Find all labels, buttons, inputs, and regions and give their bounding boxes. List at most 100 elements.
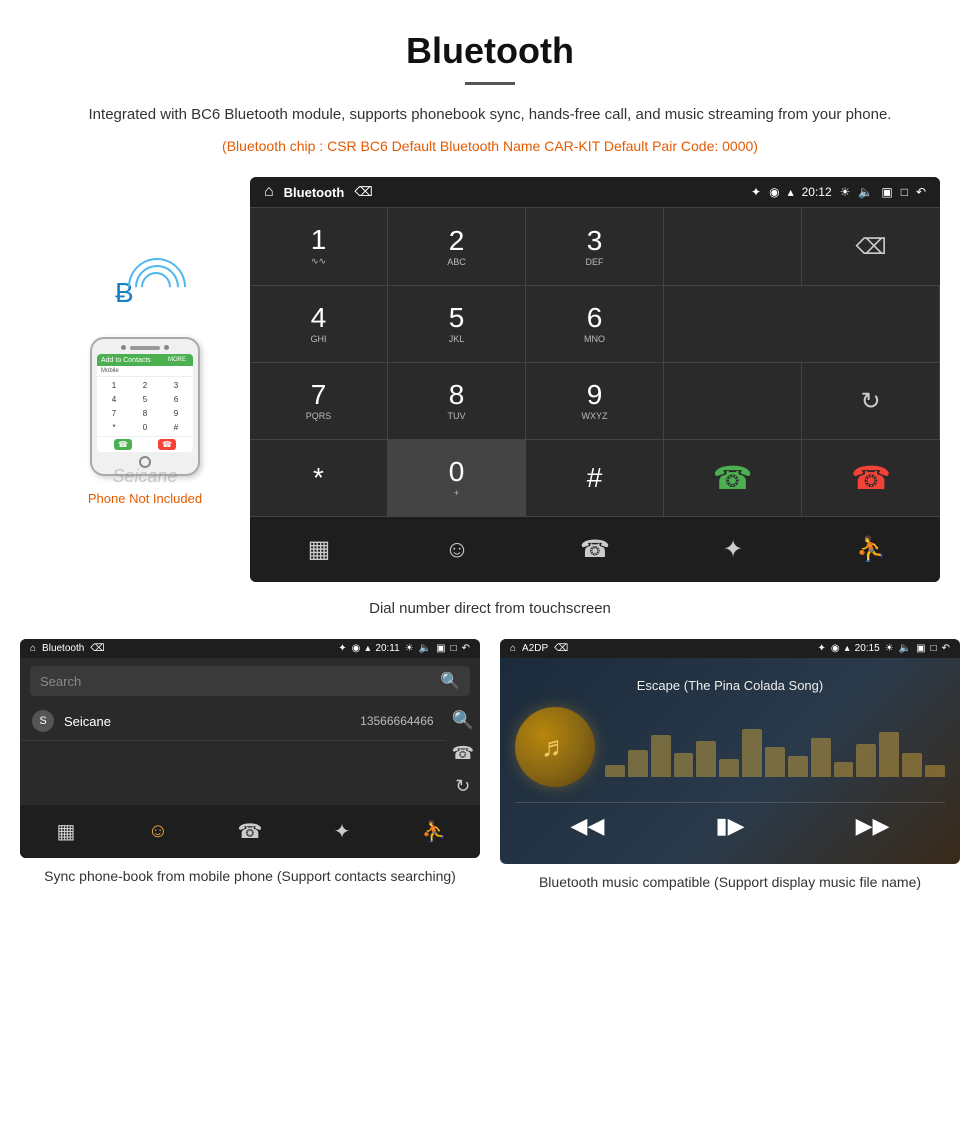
music-prev-btn[interactable]: ◀◀: [571, 813, 605, 839]
dial-caption: Dial number direct from touchscreen: [369, 600, 611, 617]
pb-time: 20:11: [375, 643, 399, 654]
eq-bar-14: [902, 753, 922, 777]
dial-key-2[interactable]: 2 ABC: [388, 208, 526, 286]
pb-sb-left: ⌂ Bluetooth ⌫: [30, 643, 104, 654]
eq-bar-6: [719, 759, 739, 777]
phone-screen-header: Add to Contacts MORE: [97, 354, 193, 366]
phone-end-btn: ☎: [158, 439, 176, 450]
dial-empty-3: [664, 363, 802, 440]
dial-tool-link[interactable]: ⛹: [802, 527, 940, 572]
pb-right-search-icon[interactable]: 🔍: [452, 710, 474, 731]
page-header: Bluetooth Integrated with BC6 Bluetooth …: [0, 0, 980, 167]
pb-cam-icon: ☀: [405, 643, 414, 654]
volume-icon: 🔈: [858, 185, 873, 199]
phonebook-search-placeholder: Search: [40, 674, 81, 689]
ms-signal-icon: ▴: [845, 643, 850, 654]
dial-time: 20:12: [802, 185, 832, 199]
music-play-pause-btn[interactable]: ▮▶: [715, 813, 744, 839]
music-statusbar: ⌂ A2DP ⌫ ✦ ◉ ▴ 20:15 ☀ 🔈 ▣ □ ↶: [500, 639, 960, 658]
header-divider: [465, 82, 515, 85]
ms-usb-icon: ⌫: [554, 643, 568, 654]
ms-app-title: A2DP: [522, 643, 548, 654]
contact-row[interactable]: S Seicane 13566664466: [20, 702, 446, 741]
eq-bar-7: [742, 729, 762, 777]
phone-device: Add to Contacts MORE Mobile 123 456 789 …: [90, 337, 200, 476]
pb-tool-bluetooth[interactable]: ✦: [296, 813, 388, 850]
page-title: Bluetooth: [60, 30, 920, 72]
seicane-watermark: Seicane: [112, 466, 177, 487]
music-controls: ◀◀ ▮▶ ▶▶: [515, 802, 945, 849]
dial-key-star[interactable]: *: [250, 440, 388, 517]
eq-bar-12: [856, 744, 876, 777]
close-icon: ▣: [881, 185, 892, 199]
dial-tool-bluetooth[interactable]: ✦: [664, 527, 802, 572]
dial-key-3[interactable]: 3 DEF: [526, 208, 664, 286]
ms-home-icon: ⌂: [510, 643, 516, 654]
pb-tool-person[interactable]: ☺: [112, 813, 204, 850]
pb-tool-phone[interactable]: ☎: [204, 813, 296, 850]
contact-name: Seicane: [64, 714, 360, 729]
music-album-art: ♬: [515, 707, 595, 787]
bluetooth-waves: Ƀ: [105, 257, 185, 327]
phonebook-panel: ⌂ Bluetooth ⌫ ✦ ◉ ▴ 20:11 ☀ 🔈 ▣ □ ↶: [20, 639, 480, 893]
eq-bar-11: [834, 762, 854, 777]
phone-not-included-label: Phone Not Included: [88, 491, 202, 506]
dial-key-4[interactable]: 4 GHI: [250, 286, 388, 363]
dial-toolbar: ▦ ☺ ☎ ✦ ⛹: [250, 517, 940, 582]
ms-vol-icon: 🔈: [899, 643, 911, 654]
ms-close-icon: ▣: [916, 643, 925, 654]
music-next-btn[interactable]: ▶▶: [856, 813, 890, 839]
top-section: Ƀ Add to Contacts MORE Mobile: [20, 177, 960, 582]
phone-camera-dot: [121, 345, 126, 350]
header-description: Integrated with BC6 Bluetooth module, su…: [60, 103, 920, 127]
phone-dial-grid: 123 456 789 *0#: [97, 377, 193, 436]
music-note-icon: ♬: [541, 731, 569, 763]
header-specs: (Bluetooth chip : CSR BC6 Default Blueto…: [60, 135, 920, 157]
pb-home-icon: ⌂: [30, 643, 36, 654]
music-equalizer: [605, 717, 945, 777]
phonebook-search-bar[interactable]: Search 🔍: [30, 666, 470, 696]
phonebook-caption-text: Sync phone-book from mobile phone (Suppo…: [44, 868, 456, 884]
dial-backspace-btn[interactable]: ⌫: [802, 208, 940, 286]
contact-avatar: S: [32, 710, 54, 732]
dial-statusbar-left: ⌂ Bluetooth ⌫: [264, 183, 373, 201]
pb-usb-icon: ⌫: [90, 643, 104, 654]
pb-tool-link[interactable]: ⛹: [388, 813, 480, 850]
dial-key-0[interactable]: 0 +: [388, 440, 526, 517]
wave-arc-3: [116, 246, 198, 328]
music-screen: ⌂ A2DP ⌫ ✦ ◉ ▴ 20:15 ☀ 🔈 ▣ □ ↶: [500, 639, 960, 864]
pb-signal-icon: ▴: [365, 643, 370, 654]
dial-key-hash[interactable]: #: [526, 440, 664, 517]
dial-key-5[interactable]: 5 JKL: [388, 286, 526, 363]
home-icon: ⌂: [264, 183, 274, 201]
dial-empty-2: [664, 286, 940, 363]
dial-key-1[interactable]: 1 ∿∿: [250, 208, 388, 286]
dial-end-btn[interactable]: ☎: [802, 440, 940, 517]
ms-time: 20:15: [855, 643, 880, 654]
dial-tool-grid[interactable]: ▦: [250, 527, 388, 572]
pb-tool-grid[interactable]: ▦: [20, 813, 112, 850]
dial-statusbar: ⌂ Bluetooth ⌫ ✦ ◉ ▴ 20:12 ☀ 🔈 ▣ □ ↶: [250, 177, 940, 207]
dial-tool-phone[interactable]: ☎: [526, 527, 664, 572]
dial-key-9[interactable]: 9 WXYZ: [526, 363, 664, 440]
music-panel: ⌂ A2DP ⌫ ✦ ◉ ▴ 20:15 ☀ 🔈 ▣ □ ↶: [500, 639, 960, 893]
dial-key-6[interactable]: 6 MNO: [526, 286, 664, 363]
pb-right-phone-icon[interactable]: ☎: [452, 743, 474, 764]
ms-loc-icon: ◉: [831, 643, 840, 654]
search-icon: 🔍: [440, 671, 460, 691]
phone-screen-sub: Mobile: [97, 366, 193, 377]
pb-sb-right: ✦ ◉ ▴ 20:11 ☀ 🔈 ▣ □ ↶: [338, 643, 470, 654]
dial-reload-btn[interactable]: ↻: [802, 363, 940, 440]
eq-bar-15: [925, 765, 945, 777]
dial-call-btn[interactable]: ☎: [664, 440, 802, 517]
phonebook-main-area: S Seicane 13566664466 🔍 ☎ ↻: [20, 702, 480, 805]
pb-loc-icon: ◉: [352, 643, 361, 654]
eq-bar-1: [605, 765, 625, 777]
dial-tool-contacts[interactable]: ☺: [388, 527, 526, 572]
phone-call-btn: ☎: [114, 439, 132, 450]
dial-key-8[interactable]: 8 TUV: [388, 363, 526, 440]
dial-key-7[interactable]: 7 PQRS: [250, 363, 388, 440]
phone-speaker: [130, 346, 160, 350]
pb-right-reload-icon[interactable]: ↻: [455, 776, 470, 797]
ms-cam-icon: ☀: [885, 643, 894, 654]
